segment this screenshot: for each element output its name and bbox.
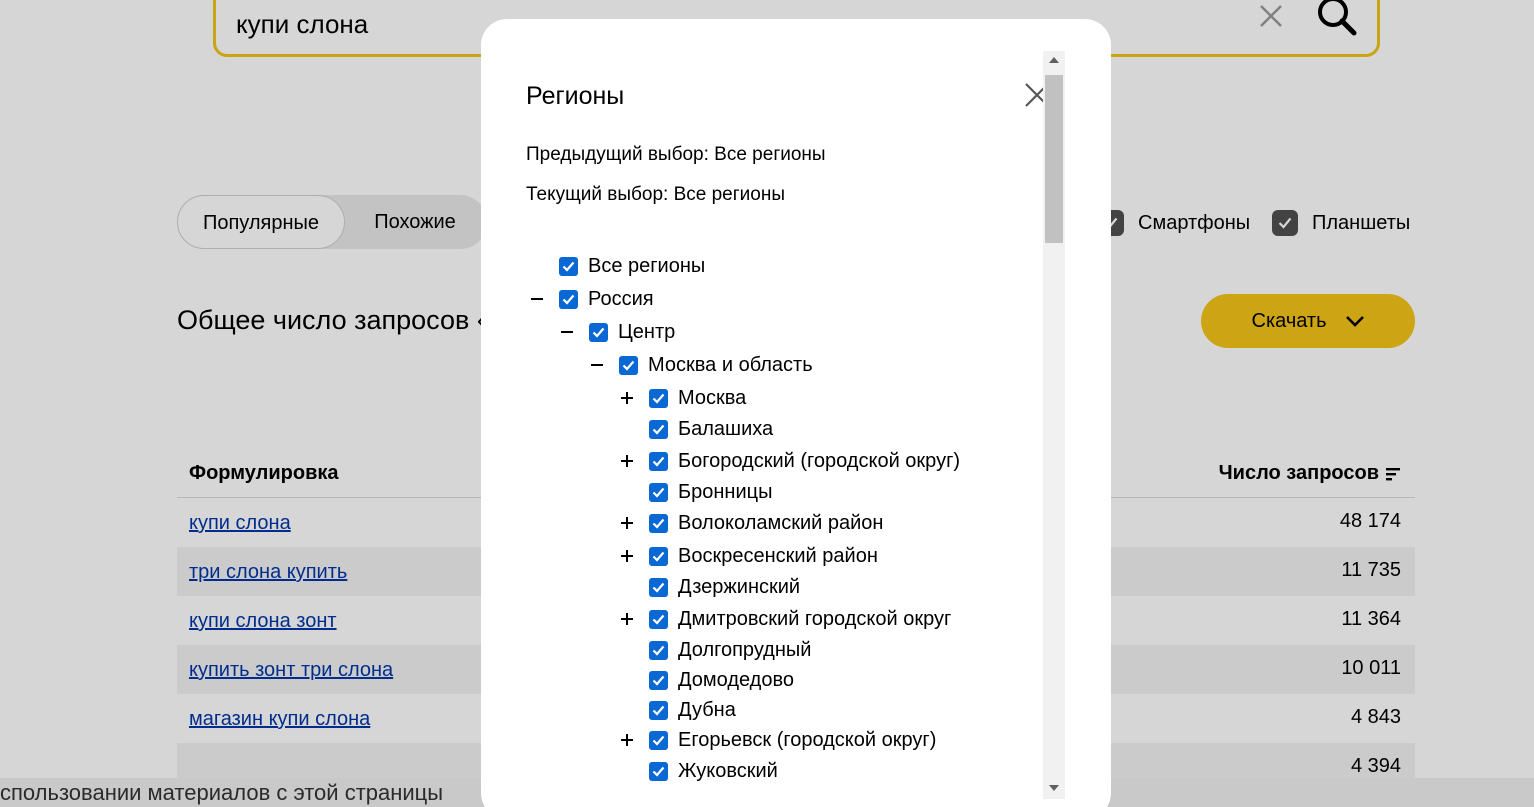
region-item[interactable]: Россия: [531, 287, 654, 311]
region-label: Воскресенский район: [678, 544, 878, 567]
region-label: Долгопрудный: [678, 638, 812, 661]
region-label: Россия: [588, 287, 654, 310]
region-item[interactable]: Дмитровский городской округ: [621, 607, 952, 631]
region-checkbox[interactable]: [649, 482, 668, 502]
region-label: Дзержинский: [678, 575, 801, 598]
region-label: Центр: [618, 320, 676, 343]
region-label: Волоколамский район: [678, 511, 884, 534]
scroll-down-icon[interactable]: [1049, 785, 1059, 791]
expand-icon[interactable]: [620, 516, 634, 530]
region-label: Дмитровский городской округ: [678, 607, 952, 630]
expand-icon[interactable]: [620, 612, 634, 626]
collapse-icon[interactable]: [590, 358, 604, 372]
region-label: Москва: [678, 386, 747, 409]
modal-title: Регионы: [526, 82, 625, 110]
region-label: Все регионы: [588, 254, 706, 277]
region-checkbox[interactable]: [649, 761, 668, 781]
region-label: Бронницы: [678, 480, 773, 503]
scrollbar[interactable]: [1043, 51, 1065, 799]
region-checkbox[interactable]: [649, 513, 668, 533]
region-item[interactable]: Бронницы: [649, 480, 772, 504]
region-item[interactable]: Волоколамский район: [621, 511, 884, 535]
expand-icon[interactable]: [620, 549, 634, 563]
current-choice: Текущий выбор: Все регионы: [526, 184, 786, 205]
region-label: Дубна: [678, 698, 736, 721]
region-checkbox[interactable]: [559, 289, 578, 309]
region-checkbox[interactable]: [649, 609, 668, 629]
region-item[interactable]: Центр: [561, 320, 676, 344]
region-checkbox[interactable]: [649, 451, 668, 471]
region-item[interactable]: Жуковский: [649, 759, 778, 783]
region-label: Егорьевск (городской округ): [678, 728, 937, 751]
scroll-thumb[interactable]: [1045, 75, 1063, 243]
collapse-icon[interactable]: [560, 325, 574, 339]
region-item[interactable]: Богородский (городской округ): [621, 449, 961, 473]
region-checkbox[interactable]: [649, 577, 668, 597]
scroll-up-icon[interactable]: [1049, 57, 1059, 63]
region-checkbox[interactable]: [649, 388, 668, 408]
expand-icon[interactable]: [620, 391, 634, 405]
region-label: Москва и область: [648, 353, 813, 376]
region-checkbox[interactable]: [649, 700, 668, 720]
region-item[interactable]: Домодедово: [649, 668, 794, 692]
region-label: Богородский (городской округ): [678, 449, 961, 472]
region-item[interactable]: Москва и область: [591, 353, 813, 377]
region-item[interactable]: Дзержинский: [649, 575, 800, 599]
region-item[interactable]: Все регионы: [559, 254, 705, 278]
region-checkbox[interactable]: [649, 419, 668, 439]
region-item[interactable]: Воскресенский район: [621, 544, 878, 568]
region-checkbox[interactable]: [559, 256, 578, 276]
region-item[interactable]: Егорьевск (городской округ): [621, 728, 937, 752]
region-checkbox[interactable]: [649, 670, 668, 690]
region-checkbox[interactable]: [649, 640, 668, 660]
expand-icon[interactable]: [620, 733, 634, 747]
list-fade: [481, 791, 1041, 807]
region-label: Домодедово: [678, 668, 794, 691]
region-checkbox[interactable]: [619, 355, 638, 375]
region-item[interactable]: Балашиха: [649, 417, 773, 441]
expand-icon[interactable]: [620, 454, 634, 468]
region-checkbox[interactable]: [589, 322, 608, 342]
region-checkbox[interactable]: [649, 546, 668, 566]
region-label: Балашиха: [678, 417, 774, 440]
regions-modal: Регионы Предыдущий выбор: Все регионы Те…: [481, 19, 1111, 807]
previous-choice: Предыдущий выбор: Все регионы: [526, 144, 826, 165]
region-item[interactable]: Москва: [621, 386, 747, 410]
region-checkbox[interactable]: [649, 730, 668, 750]
region-label: Жуковский: [678, 759, 778, 782]
region-item[interactable]: Долгопрудный: [649, 638, 811, 662]
region-item[interactable]: Дубна: [649, 698, 736, 722]
collapse-icon[interactable]: [530, 292, 544, 306]
